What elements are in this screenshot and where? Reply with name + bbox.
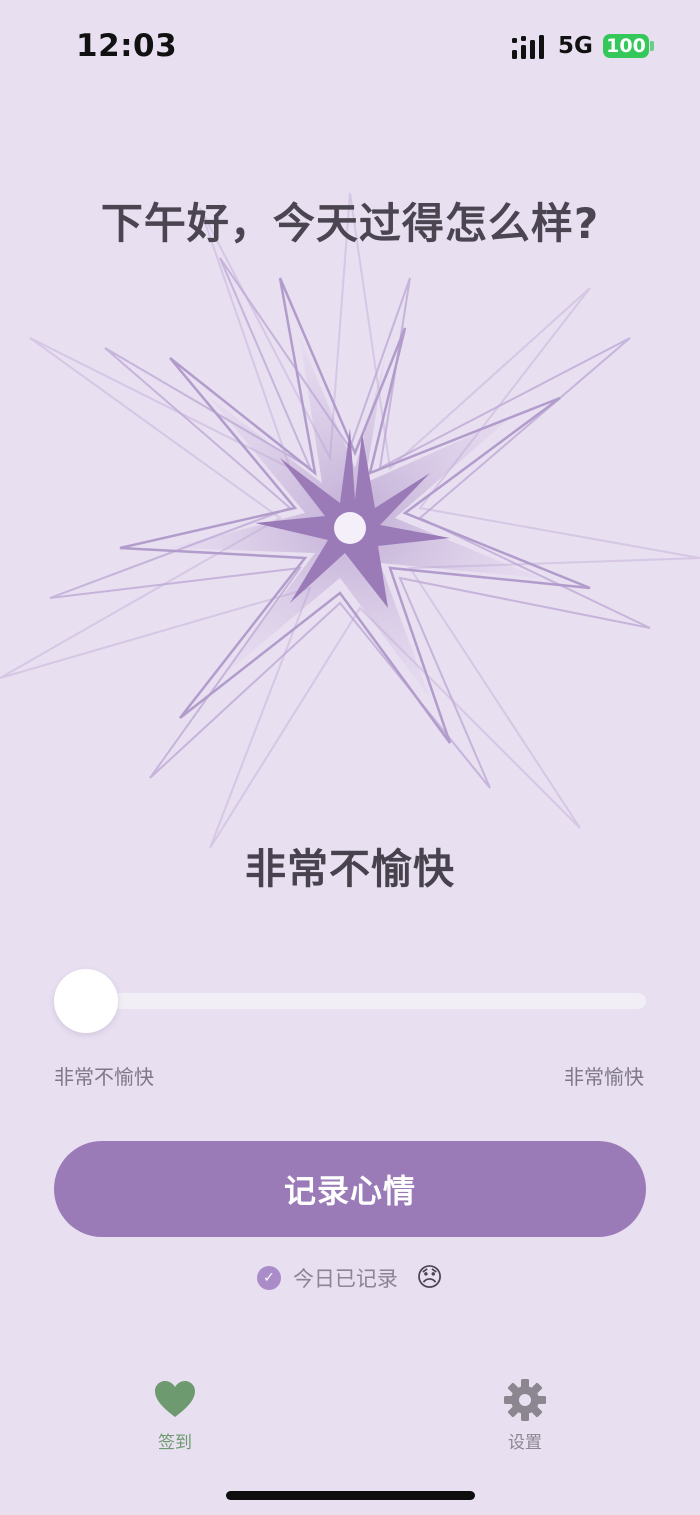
home-indicator: [226, 1491, 475, 1500]
signal-icon: [512, 35, 544, 59]
mood-slider-track[interactable]: [70, 993, 646, 1009]
status-time: 12:03: [76, 28, 178, 64]
greeting-title: 下午好，今天过得怎么样?: [100, 199, 600, 248]
status-bar: 12:03 5G 100: [0, 0, 700, 90]
mood-slider-thumb[interactable]: [54, 969, 118, 1033]
slider-min-label: 非常不愉快: [54, 1065, 154, 1089]
record-mood-button[interactable]: 记录心情: [54, 1141, 646, 1237]
tab-checkin[interactable]: 签到: [115, 1378, 235, 1453]
battery-tip: [650, 41, 654, 51]
recorded-mood-emoji: 😞: [415, 1263, 444, 1293]
network-type: 5G: [558, 33, 593, 59]
heart-icon: [155, 1381, 195, 1417]
tab-settings[interactable]: 设置: [465, 1378, 585, 1453]
tab-settings-label: 设置: [508, 1433, 542, 1453]
star-center-dot: [334, 512, 366, 544]
battery-indicator: 100: [603, 34, 649, 58]
slider-max-label: 非常愉快: [564, 1065, 644, 1089]
recorded-status: ✓ 今日已记录 😞: [0, 1263, 700, 1293]
gear-icon: [504, 1379, 546, 1421]
mood-star-visual: [0, 192, 700, 849]
current-mood-label: 非常不愉快: [245, 845, 455, 893]
tab-checkin-label: 签到: [158, 1433, 192, 1453]
check-icon: ✓: [256, 1266, 281, 1290]
recorded-status-text: 今日已记录: [292, 1267, 398, 1291]
